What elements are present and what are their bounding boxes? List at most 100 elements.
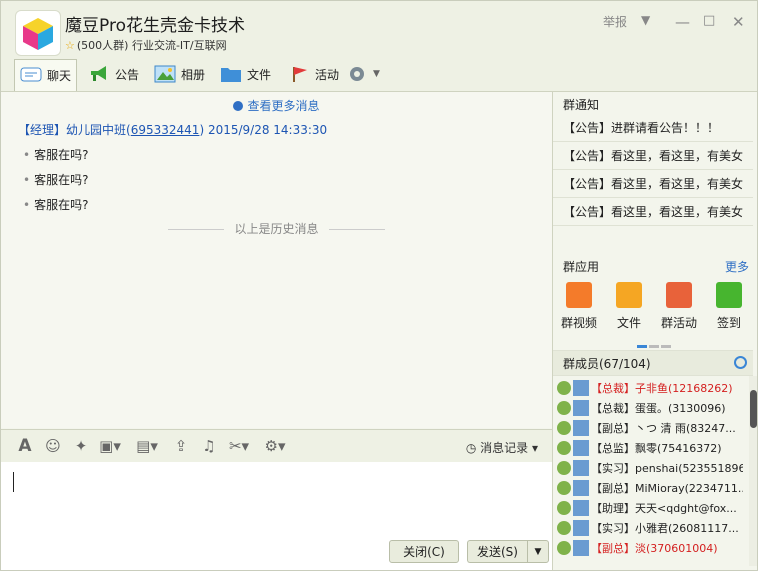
notice-item[interactable]: 【公告】看这里，看这里，有美女: [553, 170, 753, 198]
scissors-icon[interactable]: ✂▾: [224, 438, 254, 454]
music-icon[interactable]: ♫: [199, 438, 219, 454]
sender-name[interactable]: 幼儿园中班: [66, 123, 126, 137]
person-icon: [557, 521, 571, 535]
tab-label-announcement: 公告: [115, 67, 140, 82]
close-button[interactable]: 关闭(C): [389, 540, 459, 563]
group-avatar[interactable]: [15, 10, 61, 56]
member-scrollbar[interactable]: [749, 376, 757, 566]
font-icon[interactable]: A: [15, 438, 35, 455]
member-avatar: [573, 400, 589, 416]
video-camera-icon: [566, 282, 592, 308]
search-icon[interactable]: [734, 356, 747, 369]
member-name: 子非鱼(12168262): [635, 382, 733, 395]
tab-files[interactable]: 文件: [215, 59, 276, 89]
chat-bubble-icon: [20, 67, 42, 81]
member-row[interactable]: 【实习】 penshai(523551896): [557, 458, 743, 478]
chat-history[interactable]: 查看更多消息 【经理】幼儿园中班(695332441) 2015/9/28 14…: [1, 92, 552, 428]
qq-group-chat-window: 魔豆Pro花生壳金卡技术 ☆ (500人群) 行业交流-IT/互联网 举报 ▼ —…: [0, 0, 758, 571]
tab-label-album: 相册: [181, 67, 206, 82]
app-group-activity[interactable]: 群活动: [657, 282, 701, 331]
member-name: 丶つ 清 雨(83247...: [635, 422, 736, 435]
notice-item[interactable]: 【公告】看这里，看这里，有美女: [553, 198, 753, 226]
history-divider: 以上是历史消息: [1, 220, 552, 237]
person-icon: [557, 441, 571, 455]
send-button[interactable]: 发送(S): [467, 540, 527, 563]
minimize-icon[interactable]: —: [675, 13, 690, 31]
member-row[interactable]: 【实习】 小雅君(26081117...: [557, 518, 743, 538]
dropdown-icon[interactable]: ▼: [641, 13, 650, 27]
member-row[interactable]: 【副总】 MiMioray(2234711...: [557, 478, 743, 498]
member-row[interactable]: 【总监】 飘零(75416372): [557, 438, 743, 458]
send-options-chevron-icon[interactable]: ▼: [527, 540, 549, 563]
folder-icon: [221, 68, 241, 82]
notice-item[interactable]: 【公告】看这里，看这里，有美女: [553, 142, 753, 170]
image-icon[interactable]: ▤▾: [132, 438, 162, 454]
member-avatar: [573, 540, 589, 556]
app-checkin[interactable]: 签到: [707, 282, 751, 331]
person-icon: [557, 381, 571, 395]
upload-icon[interactable]: ⇪: [171, 438, 191, 454]
star-icon: ☆: [65, 39, 75, 52]
report-link[interactable]: 举报: [603, 13, 627, 30]
tab-activity[interactable]: 活动: [283, 59, 344, 89]
member-row[interactable]: 【总裁】 蛋蛋。(3130096): [557, 398, 743, 418]
chat-message: 客服在吗?: [23, 171, 88, 188]
more-history-label: 查看更多消息: [247, 99, 320, 113]
photo-icon: [154, 65, 176, 83]
member-role: 【总裁】: [591, 402, 635, 415]
member-role: 【助理】: [591, 502, 635, 515]
magic-wand-icon[interactable]: ✦: [71, 438, 91, 454]
app-label: 文件: [616, 316, 641, 330]
app-group-video[interactable]: 群视频: [557, 282, 601, 331]
shake-icon[interactable]: ▣▾: [95, 438, 125, 454]
text-cursor: [13, 472, 14, 492]
member-row[interactable]: 【助理】 天天<qdght@fox...: [557, 498, 743, 518]
group-subtitle-text: (500人群) 行业交流-IT/互联网: [76, 39, 227, 52]
notice-item[interactable]: 【公告】进群请看公告！！！: [553, 114, 753, 142]
app-label: 群视频: [560, 316, 597, 330]
app-files[interactable]: 文件: [607, 282, 651, 331]
folder-icon: [616, 282, 642, 308]
member-role: 【实习】: [591, 462, 635, 475]
member-avatar: [573, 500, 589, 516]
apps-pager[interactable]: [637, 337, 673, 351]
history-label: 以上是历史消息: [234, 222, 319, 236]
member-avatar: [573, 420, 589, 436]
person-icon: [557, 541, 571, 555]
message-time: 2015/9/28 14:33:30: [207, 123, 328, 137]
member-name: 淡(370601004): [635, 542, 718, 555]
member-name: 天天<qdght@fox...: [635, 502, 737, 515]
tab-label-files: 文件: [247, 67, 272, 82]
apps-more-link[interactable]: 更多: [725, 258, 749, 275]
person-icon: [557, 421, 571, 435]
member-avatar: [573, 380, 589, 396]
members-heading: 群成员(67/104): [563, 357, 651, 371]
member-row[interactable]: 【副总】 丶つ 清 雨(83247...: [557, 418, 743, 438]
members-header: 群成员(67/104): [553, 350, 753, 376]
member-row[interactable]: 【副总】 淡(370601004): [557, 538, 743, 558]
member-avatar: [573, 480, 589, 496]
settings-menu[interactable]: ▼: [341, 59, 385, 89]
person-icon: [557, 401, 571, 415]
more-tools-icon[interactable]: ⚙▾: [260, 438, 290, 454]
tab-chat[interactable]: 聊天: [14, 59, 78, 91]
close-icon[interactable]: ✕: [732, 13, 745, 31]
member-name: 小雅君(26081117...: [635, 522, 739, 535]
sender-qq[interactable]: 695332441: [131, 123, 200, 137]
chat-message: 客服在吗?: [23, 146, 88, 163]
tab-announcement[interactable]: 公告: [83, 59, 144, 89]
more-history-link[interactable]: 查看更多消息: [1, 97, 552, 114]
scrollbar-thumb[interactable]: [750, 390, 757, 428]
message-input[interactable]: 关闭(C) 发送(S) ▼: [1, 462, 552, 570]
flag-icon: [293, 67, 307, 82]
megaphone-icon: [91, 66, 106, 81]
member-name: 飘零(75416372): [635, 442, 722, 455]
emoji-icon[interactable]: ☺: [43, 438, 63, 454]
group-toolbar: 聊天 公告 相册 文件 活动 ▼: [1, 57, 757, 92]
gear-icon: [350, 67, 364, 81]
maximize-icon[interactable]: □: [703, 13, 715, 28]
member-row[interactable]: 【总裁】 子非鱼(12168262): [557, 378, 743, 398]
person-icon: [557, 501, 571, 515]
message-record-button[interactable]: ◷ 消息记录 ▾: [466, 439, 538, 456]
tab-album[interactable]: 相册: [149, 59, 210, 89]
